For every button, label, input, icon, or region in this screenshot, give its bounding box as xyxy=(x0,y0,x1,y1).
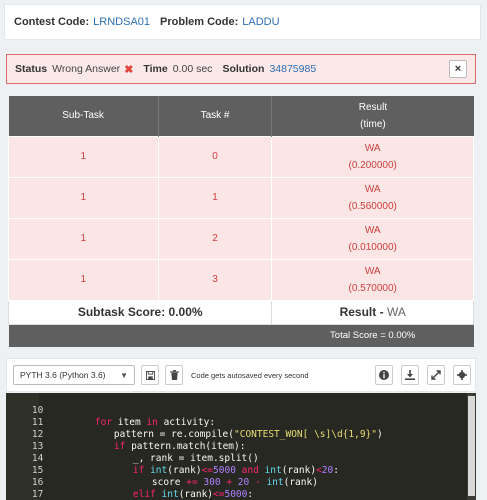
delete-button[interactable] xyxy=(165,365,183,385)
gear-icon xyxy=(457,370,467,380)
result-header-sublabel: (time) xyxy=(360,118,386,130)
subtask-cell: 1 xyxy=(8,176,159,219)
fullscreen-icon xyxy=(431,370,441,380)
total-score: Total Score = 0.00% xyxy=(271,324,474,347)
close-button[interactable]: × xyxy=(449,60,467,78)
subtask-cell: 1 xyxy=(8,258,159,301)
scrollbar-thumb[interactable] xyxy=(468,396,475,496)
status-label: Status xyxy=(15,63,48,75)
code-editor[interactable]: 10 11 for item in activity: 12 pattern = r… xyxy=(6,393,476,500)
contest-code-link[interactable]: LRNDSA01 xyxy=(93,16,150,28)
settings-button[interactable] xyxy=(453,365,471,385)
fullscreen-button[interactable] xyxy=(427,365,445,385)
result-cell: WA (0.570000) xyxy=(271,258,474,301)
result-header-label: Result xyxy=(358,101,388,113)
subtask-header: Sub-Task xyxy=(8,96,159,136)
editor-right-tools xyxy=(367,365,471,385)
result-header: Result (time) xyxy=(271,96,474,136)
task-cell: 1 xyxy=(157,176,273,219)
time-label: Time xyxy=(143,63,168,75)
x-mark-icon: ✖ xyxy=(124,63,134,76)
code-line: 18score += 300 xyxy=(6,489,221,500)
total-row-spacer xyxy=(8,324,272,347)
result-time: (0.560000) xyxy=(348,200,397,212)
task-cell: 3 xyxy=(157,258,273,301)
result-time: (0.200000) xyxy=(348,159,397,171)
code-line: 13 if pattern.match(item): xyxy=(6,429,246,452)
language-select-value: PYTH 3.6 (Python 3.6) xyxy=(20,370,106,380)
language-select[interactable]: PYTH 3.6 (Python 3.6) ▼ xyxy=(13,365,135,385)
subtask-cell: 1 xyxy=(8,217,159,260)
result-time: (0.010000) xyxy=(348,241,397,253)
submission-status-bar: Status Wrong Answer ✖ Time 0.00 sec Solu… xyxy=(6,54,476,84)
chevron-down-icon: ▼ xyxy=(120,371,128,380)
autosave-note: Code gets autosaved every second xyxy=(191,370,309,380)
final-result: Result - WA xyxy=(271,299,474,325)
table-row: 1 3 WA (0.570000) xyxy=(8,258,474,301)
table-row: 1 2 WA (0.010000) xyxy=(8,217,474,260)
save-button[interactable] xyxy=(141,365,159,385)
info-icon xyxy=(379,370,389,380)
subtask-score: Subtask Score: 0.00% xyxy=(7,299,273,325)
results-header-row: Sub-Task Task # Result (time) xyxy=(8,96,474,136)
code-line: 11 for item in activity: xyxy=(6,405,215,428)
final-result-value: WA xyxy=(386,305,406,319)
summary-row: Subtask Score: 0.00% Result - WA xyxy=(7,299,474,325)
contest-code-label: Contest Code: xyxy=(14,16,90,28)
code-line: 17 elif int(rank)<=5000: xyxy=(6,477,253,500)
solution-id-link[interactable]: 34875985 xyxy=(269,63,316,75)
time-value: 0.00 sec xyxy=(172,63,213,75)
results-table: Sub-Task Task # Result (time) 1 0 WA (0.… xyxy=(7,96,474,347)
code-line: 10 xyxy=(6,393,55,416)
result-verdict: WA xyxy=(364,265,381,277)
problem-code-link[interactable]: LADDU xyxy=(242,16,279,28)
code-line: 12 pattern = re.compile("CONTEST_WON[ \s]… xyxy=(6,417,383,440)
info-button[interactable] xyxy=(375,365,393,385)
task-header: Task # xyxy=(158,96,273,136)
total-row: Total Score = 0.00% xyxy=(8,324,474,347)
result-time: (0.570000) xyxy=(348,282,397,294)
result-verdict: WA xyxy=(364,183,381,195)
save-icon xyxy=(145,370,155,380)
download-button[interactable] xyxy=(401,365,419,385)
trash-icon xyxy=(169,370,179,380)
result-cell: WA (0.200000) xyxy=(271,135,474,178)
download-icon xyxy=(405,370,415,380)
task-cell: 2 xyxy=(157,217,273,260)
contest-info-card: Contest Code: LRNDSA01 Problem Code: LAD… xyxy=(4,4,481,40)
status-value: Wrong Answer xyxy=(52,63,121,75)
problem-code-label: Problem Code: xyxy=(160,16,239,28)
task-cell: 0 xyxy=(157,135,273,178)
result-cell: WA (0.560000) xyxy=(271,176,474,219)
table-row: 1 1 WA (0.560000) xyxy=(8,176,474,219)
result-cell: WA (0.010000) xyxy=(271,217,474,260)
solution-label: Solution xyxy=(222,63,265,75)
code-line: 15 if int(rank)<=5000 and int(rank)<20: xyxy=(6,453,339,476)
editor-toolbar: PYTH 3.6 (Python 3.6) ▼ Code gets autosa… xyxy=(6,358,476,392)
code-line: 16 score += 300 + 20 - int(rank) xyxy=(6,465,318,488)
result-verdict: WA xyxy=(364,142,381,154)
editor-scrollbar[interactable] xyxy=(467,393,476,500)
final-result-label: Result - xyxy=(339,305,384,319)
table-row: 1 0 WA (0.200000) xyxy=(8,135,474,178)
code-line: 14 _, rank = item.split() xyxy=(6,441,259,464)
subtask-cell: 1 xyxy=(8,135,159,178)
result-verdict: WA xyxy=(364,224,381,236)
